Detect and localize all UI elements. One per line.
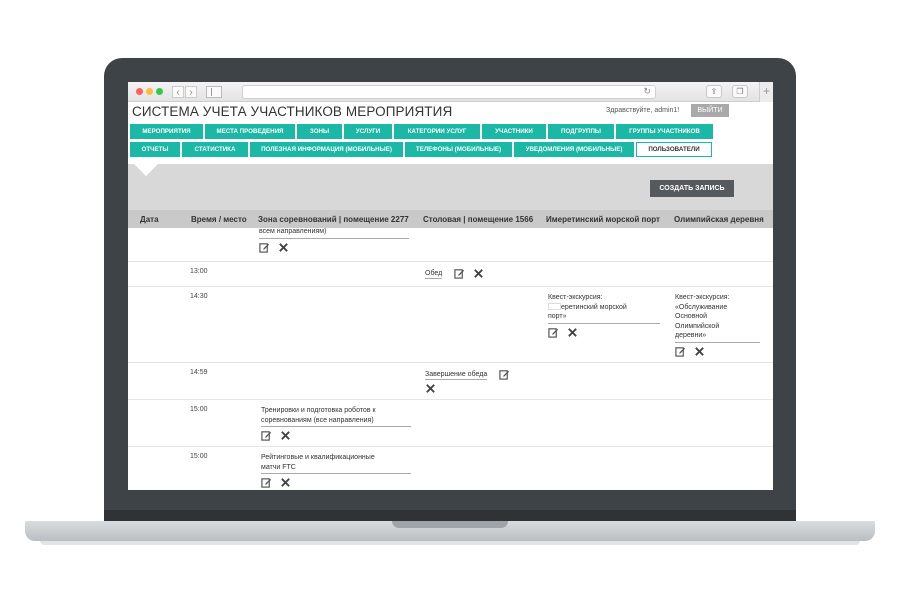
create-record-button[interactable]: СОЗДАТЬ ЗАПИСЬ (650, 180, 734, 197)
event-title: Обед (425, 270, 443, 280)
main-menu-row-2: ОТЧЕТЫ СТАТИСТИКА ПОЛЕЗНАЯ ИНФОРМАЦИЯ (М… (130, 142, 712, 157)
column-header-canteen: Столовая | помещение 1566 (423, 215, 534, 224)
schedule-table-body: всем направлениям) 13:00 Обед 14:30 Квес… (128, 228, 773, 490)
back-icon[interactable]: ‹ (172, 86, 184, 98)
event-cell: Рейтинговые и квалификационные матчи FTC (261, 453, 411, 488)
menu-notifications[interactable]: УВЕДОМЛЕНИЯ (МОБИЛЬНЫЕ) (514, 142, 634, 157)
event-cell: всем направлениям) (259, 228, 409, 253)
edit-icon[interactable] (261, 477, 272, 488)
event-title: Квест-экскурсия: «Обслуживание Основной … (675, 293, 760, 343)
menu-users[interactable]: ПОЛЬЗОВАТЕЛИ (636, 142, 712, 157)
row-time: 14:59 (190, 369, 208, 376)
laptop-notch (392, 521, 508, 528)
column-header-port: Имеретинский морской порт (546, 215, 660, 224)
screen: ‹ › ↻ ⇪ ❐ + СИСТЕМА УЧЕТА УЧАСТНИКОВ МЕР… (128, 82, 773, 490)
column-header-zone: Зона соревнований | помещение 2277 (258, 215, 409, 224)
column-header-date: Дата (140, 215, 159, 224)
menu-subgroups[interactable]: ПОДГРУППЫ (548, 124, 614, 139)
menu-phones[interactable]: ТЕЛЕФОНЫ (МОБИЛЬНЫЕ) (405, 142, 512, 157)
event-title: всем направлениям) (259, 228, 409, 239)
menu-statistics[interactable]: СТАТИСТИКА (182, 142, 248, 157)
delete-icon[interactable] (694, 346, 705, 357)
menu-useful-info[interactable]: ПОЛЕЗНАЯ ИНФОРМАЦИЯ (МОБИЛЬНЫЕ) (250, 142, 403, 157)
delete-icon[interactable] (567, 327, 578, 338)
empty-placeholder (548, 303, 561, 311)
column-header-village: Олимпийская деревня (674, 215, 764, 224)
event-title: Рейтинговые и квалификационные матчи FTC (261, 453, 411, 474)
edit-icon[interactable] (675, 346, 686, 357)
forward-icon[interactable]: › (185, 86, 197, 98)
sidebar-toggle-icon[interactable] (206, 86, 222, 98)
menu-service-categories[interactable]: КАТЕГОРИИ УСЛУГ (394, 124, 480, 139)
event-title: Завершение обеда (425, 371, 488, 381)
column-header-time: Время / место (191, 215, 247, 224)
table-row: 14:59 Завершение обеда (128, 363, 773, 400)
edit-icon[interactable] (261, 430, 272, 441)
active-menu-pointer (134, 164, 158, 176)
table-row: всем направлениям) (128, 228, 773, 262)
delete-icon[interactable] (425, 383, 436, 394)
share-icon[interactable]: ⇪ (706, 85, 722, 98)
close-window-button[interactable] (136, 88, 143, 95)
browser-toolbar: ‹ › ↻ ⇪ ❐ + (128, 82, 773, 102)
event-cell: Квест-экскурсия: еретинский морской порт… (548, 293, 660, 338)
row-time: 15:00 (190, 453, 208, 460)
main-menu-row-1: МЕРОПРИЯТИЯ МЕСТА ПРОВЕДЕНИЯ ЗОНЫ УСЛУГИ… (130, 124, 713, 139)
delete-icon[interactable] (280, 477, 291, 488)
table-row: 13:00 Обед (128, 262, 773, 287)
delete-icon[interactable] (473, 268, 484, 279)
tabs-icon[interactable]: ❐ (732, 85, 748, 98)
delete-icon[interactable] (278, 242, 289, 253)
table-row: 15:00 Тренировки и подготовка роботов к … (128, 400, 773, 447)
menu-zones[interactable]: ЗОНЫ (297, 124, 342, 139)
new-tab-icon[interactable]: + (759, 82, 773, 102)
row-time: 13:00 (190, 268, 208, 275)
logout-button[interactable]: ВЫЙТИ (691, 104, 729, 117)
schedule-table-header: Дата Время / место Зона соревнований | п… (128, 210, 773, 228)
event-cell: Тренировки и подготовка роботов к соревн… (261, 406, 411, 441)
edit-icon[interactable] (499, 369, 510, 380)
reload-icon[interactable]: ↻ (643, 86, 651, 97)
page: СИСТЕМА УЧЕТА УЧАСТНИКОВ МЕРОПРИЯТИЯ Здр… (128, 102, 773, 490)
menu-participants[interactable]: УЧАСТНИКИ (482, 124, 546, 139)
page-title: СИСТЕМА УЧЕТА УЧАСТНИКОВ МЕРОПРИЯТИЯ (132, 104, 453, 119)
minimize-window-button[interactable] (146, 88, 153, 95)
event-title: Тренировки и подготовка роботов к соревн… (261, 406, 411, 427)
event-title: Квест-экскурсия: еретинский морской порт… (548, 293, 660, 324)
delete-icon[interactable] (280, 430, 291, 441)
user-greeting: Здравствуйте, admin1! (606, 107, 680, 114)
menu-events[interactable]: МЕРОПРИЯТИЯ (130, 124, 203, 139)
row-time: 15:00 (190, 406, 208, 413)
table-row: 14:30 Квест-экскурсия: еретинский морско… (128, 287, 773, 363)
event-cell: Завершение обеда (425, 369, 510, 394)
menu-services[interactable]: УСЛУГИ (344, 124, 392, 139)
table-row: 15:00 Рейтинговые и квалификационные мат… (128, 447, 773, 490)
event-cell: Квест-экскурсия: «Обслуживание Основной … (675, 293, 760, 357)
event-cell: Обед (425, 268, 484, 280)
menu-participant-groups[interactable]: ГРУППЫ УЧАСТНИКОВ (616, 124, 713, 139)
menu-venues[interactable]: МЕСТА ПРОВЕДЕНИЯ (205, 124, 295, 139)
edit-icon[interactable] (454, 268, 465, 279)
edit-icon[interactable] (259, 242, 270, 253)
menu-reports[interactable]: ОТЧЕТЫ (130, 142, 180, 157)
maximize-window-button[interactable] (156, 88, 163, 95)
edit-icon[interactable] (548, 327, 559, 338)
row-time: 14:30 (190, 293, 208, 300)
laptop-shadow (40, 541, 860, 545)
address-bar[interactable]: ↻ (242, 85, 656, 99)
